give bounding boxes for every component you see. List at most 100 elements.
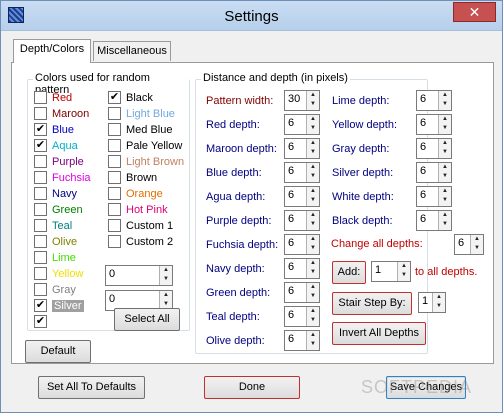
checkbox-icon[interactable] (34, 90, 47, 104)
green-depth-spinner[interactable]: 6 ▲ ▼ (284, 282, 320, 303)
custom1-value-spinner[interactable]: 0 ▲ ▼ (105, 265, 173, 286)
close-button[interactable]: ✕ (453, 2, 496, 22)
checkbox-icon[interactable] (108, 186, 121, 200)
checkbox-icon[interactable] (34, 202, 47, 216)
maroon-depth-spinner[interactable]: 6 ▲ ▼ (284, 138, 320, 159)
spinner-arrows-icon[interactable]: ▲ ▼ (306, 259, 319, 278)
spinner-arrows-icon[interactable]: ▲ ▼ (397, 262, 410, 281)
spinner-arrows-icon[interactable]: ▲ ▼ (438, 163, 451, 182)
spinner-arrows-icon[interactable]: ▲ ▼ (438, 91, 451, 110)
spinner-arrows-icon[interactable]: ▲ ▼ (306, 163, 319, 182)
add-button[interactable]: Add: (332, 261, 366, 284)
spinner-arrows-icon[interactable]: ▲ ▼ (438, 187, 451, 206)
invert-all-depths-button[interactable]: Invert All Depths (332, 322, 426, 345)
stair-step-button[interactable]: Stair Step By: (332, 292, 412, 315)
black-depth-spinner[interactable]: 6 ▲ ▼ (416, 210, 452, 231)
color-checkbox-white[interactable]: ✔ White (34, 314, 80, 330)
checkbox-icon[interactable]: ✔ (34, 122, 47, 136)
checkbox-icon[interactable]: ✔ (108, 90, 121, 104)
color-checkbox-maroon[interactable]: Maroon (34, 106, 89, 122)
checkbox-icon[interactable] (34, 218, 47, 232)
color-checkbox-olive[interactable]: Olive (34, 234, 77, 250)
default-button[interactable]: Default (25, 340, 91, 363)
teal-depth-spinner[interactable]: 6 ▲ ▼ (284, 306, 320, 327)
yellow-depth-spinner[interactable]: 6 ▲ ▼ (416, 114, 452, 135)
color-checkbox-brown[interactable]: Brown (108, 170, 157, 186)
change-all-depths-spinner[interactable]: 6 ▲ ▼ (454, 234, 484, 255)
olive-depth-spinner[interactable]: 6 ▲ ▼ (284, 330, 320, 351)
checkbox-icon[interactable]: ✔ (34, 298, 47, 312)
pattern-width-spinner[interactable]: 30 ▲ ▼ (284, 90, 320, 111)
checkbox-icon[interactable] (34, 154, 47, 168)
checkbox-icon[interactable] (108, 122, 121, 136)
checkbox-icon[interactable] (108, 138, 121, 152)
spinner-arrows-icon[interactable]: ▲ ▼ (306, 91, 319, 110)
spinner-arrows-icon[interactable]: ▲ ▼ (306, 139, 319, 158)
spinner-arrows-icon[interactable]: ▲ ▼ (438, 139, 451, 158)
white-depth-spinner[interactable]: 6 ▲ ▼ (416, 186, 452, 207)
color-checkbox-green[interactable]: Green (34, 202, 83, 218)
select-all-button[interactable]: Select All (114, 308, 180, 331)
set-all-to-defaults-button[interactable]: Set All To Defaults (38, 376, 145, 399)
spinner-arrows-icon[interactable]: ▲ ▼ (306, 307, 319, 326)
checkbox-icon[interactable] (108, 154, 121, 168)
color-checkbox-navy[interactable]: Navy (34, 186, 77, 202)
navy-depth-spinner[interactable]: 6 ▲ ▼ (284, 258, 320, 279)
blue-depth-spinner[interactable]: 6 ▲ ▼ (284, 162, 320, 183)
color-checkbox-med-blue[interactable]: Med Blue (108, 122, 172, 138)
checkbox-icon[interactable] (34, 186, 47, 200)
spinner-arrows-icon[interactable]: ▲ ▼ (306, 187, 319, 206)
spinner-arrows-icon[interactable]: ▲ ▼ (438, 115, 451, 134)
color-checkbox-light-brown[interactable]: Light Brown (108, 154, 184, 170)
checkbox-icon[interactable] (34, 250, 47, 264)
spinner-arrows-icon[interactable]: ▲ ▼ (470, 235, 483, 254)
color-checkbox-black[interactable]: ✔ Black (108, 90, 153, 106)
color-checkbox-light-blue[interactable]: Light Blue (108, 106, 175, 122)
color-checkbox-red[interactable]: Red (34, 90, 72, 106)
spinner-arrows-icon[interactable]: ▲ ▼ (306, 211, 319, 230)
checkbox-icon[interactable] (34, 106, 47, 120)
spinner-arrows-icon[interactable]: ▲ ▼ (306, 235, 319, 254)
checkbox-icon[interactable] (108, 218, 121, 232)
add-value-spinner[interactable]: 1 ▲ ▼ (371, 261, 411, 282)
gray-depth-spinner[interactable]: 6 ▲ ▼ (416, 138, 452, 159)
color-checkbox-custom-2[interactable]: Custom 2 (108, 234, 173, 250)
checkbox-icon[interactable] (34, 266, 47, 280)
checkbox-icon[interactable] (108, 106, 121, 120)
color-checkbox-fuchsia[interactable]: Fuchsia (34, 170, 91, 186)
color-checkbox-purple[interactable]: Purple (34, 154, 84, 170)
checkbox-icon[interactable] (34, 234, 47, 248)
color-checkbox-yellow[interactable]: Yellow (34, 266, 83, 282)
spinner-arrows-icon[interactable]: ▲ ▼ (438, 211, 451, 230)
silver-depth-spinner[interactable]: 6 ▲ ▼ (416, 162, 452, 183)
color-checkbox-custom-1[interactable]: Custom 1 (108, 218, 173, 234)
spinner-arrows-icon[interactable]: ▲ ▼ (432, 293, 445, 312)
color-checkbox-teal[interactable]: Teal (34, 218, 72, 234)
spinner-arrows-icon[interactable]: ▲ ▼ (306, 283, 319, 302)
color-checkbox-pale-yellow[interactable]: Pale Yellow (108, 138, 182, 154)
checkbox-icon[interactable] (108, 234, 121, 248)
checkbox-icon[interactable]: ✔ (34, 314, 47, 328)
color-checkbox-lime[interactable]: Lime (34, 250, 76, 266)
purple-depth-spinner[interactable]: 6 ▲ ▼ (284, 210, 320, 231)
checkbox-icon[interactable] (34, 282, 47, 296)
color-checkbox-silver[interactable]: ✔ Silver (34, 298, 84, 314)
red-depth-spinner[interactable]: 6 ▲ ▼ (284, 114, 320, 135)
color-checkbox-aqua[interactable]: ✔ Aqua (34, 138, 78, 154)
checkbox-icon[interactable] (34, 170, 47, 184)
fuchsia-depth-spinner[interactable]: 6 ▲ ▼ (284, 234, 320, 255)
color-checkbox-hot-pink[interactable]: Hot Pink (108, 202, 168, 218)
agua-depth-spinner[interactable]: 6 ▲ ▼ (284, 186, 320, 207)
checkbox-icon[interactable]: ✔ (34, 138, 47, 152)
checkbox-icon[interactable] (108, 170, 121, 184)
spinner-arrows-icon[interactable]: ▲ ▼ (306, 115, 319, 134)
stair-step-spinner[interactable]: 1 ▲ ▼ (418, 292, 446, 313)
color-checkbox-orange[interactable]: Orange (108, 186, 163, 202)
done-button[interactable]: Done (204, 376, 300, 399)
lime-depth-spinner[interactable]: 6 ▲ ▼ (416, 90, 452, 111)
tab-depth-colors[interactable]: Depth/Colors (13, 39, 91, 63)
checkbox-icon[interactable] (108, 202, 121, 216)
color-checkbox-gray[interactable]: Gray (34, 282, 76, 298)
spinner-arrows-icon[interactable]: ▲ ▼ (159, 266, 172, 285)
color-checkbox-blue[interactable]: ✔ Blue (34, 122, 74, 138)
